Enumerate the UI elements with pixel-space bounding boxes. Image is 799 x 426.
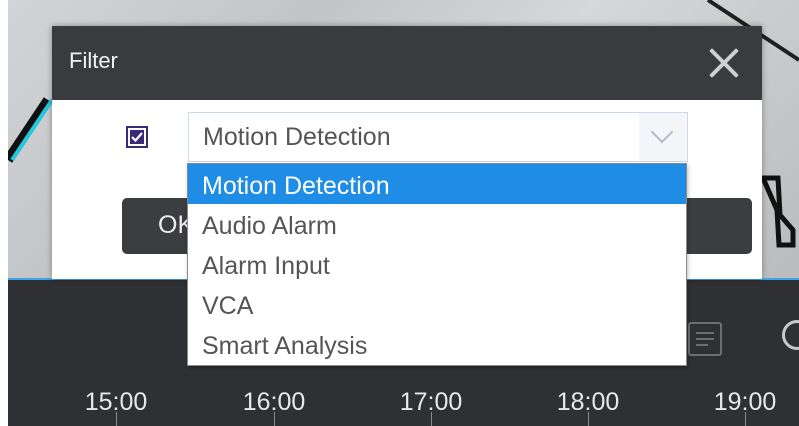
select-value: Motion Detection — [203, 123, 391, 151]
event-type-dropdown[interactable]: Motion Detection Audio Alarm Alarm Input… — [187, 163, 687, 366]
dropdown-option[interactable]: Smart Analysis — [188, 324, 686, 364]
checkmark-icon — [130, 130, 144, 144]
dialog-title: Filter — [69, 48, 118, 73]
timeline-ticks: 15:00 16:00 17:00 18:00 19:00 — [8, 388, 799, 426]
close-icon[interactable] — [706, 44, 742, 80]
chevron-down-icon[interactable] — [639, 113, 687, 161]
dropdown-option[interactable]: Alarm Input — [188, 244, 686, 284]
event-type-select[interactable]: Motion Detection — [188, 112, 688, 162]
dialog-header: Filter — [52, 26, 762, 100]
cancel-button[interactable] — [682, 198, 752, 254]
list-icon[interactable] — [688, 322, 722, 356]
filter-checkbox[interactable] — [126, 126, 148, 148]
dropdown-option[interactable]: Motion Detection — [188, 164, 686, 204]
dropdown-option[interactable]: VCA — [188, 284, 686, 324]
dropdown-option[interactable]: Audio Alarm — [188, 204, 686, 244]
clock-icon[interactable] — [782, 320, 799, 350]
